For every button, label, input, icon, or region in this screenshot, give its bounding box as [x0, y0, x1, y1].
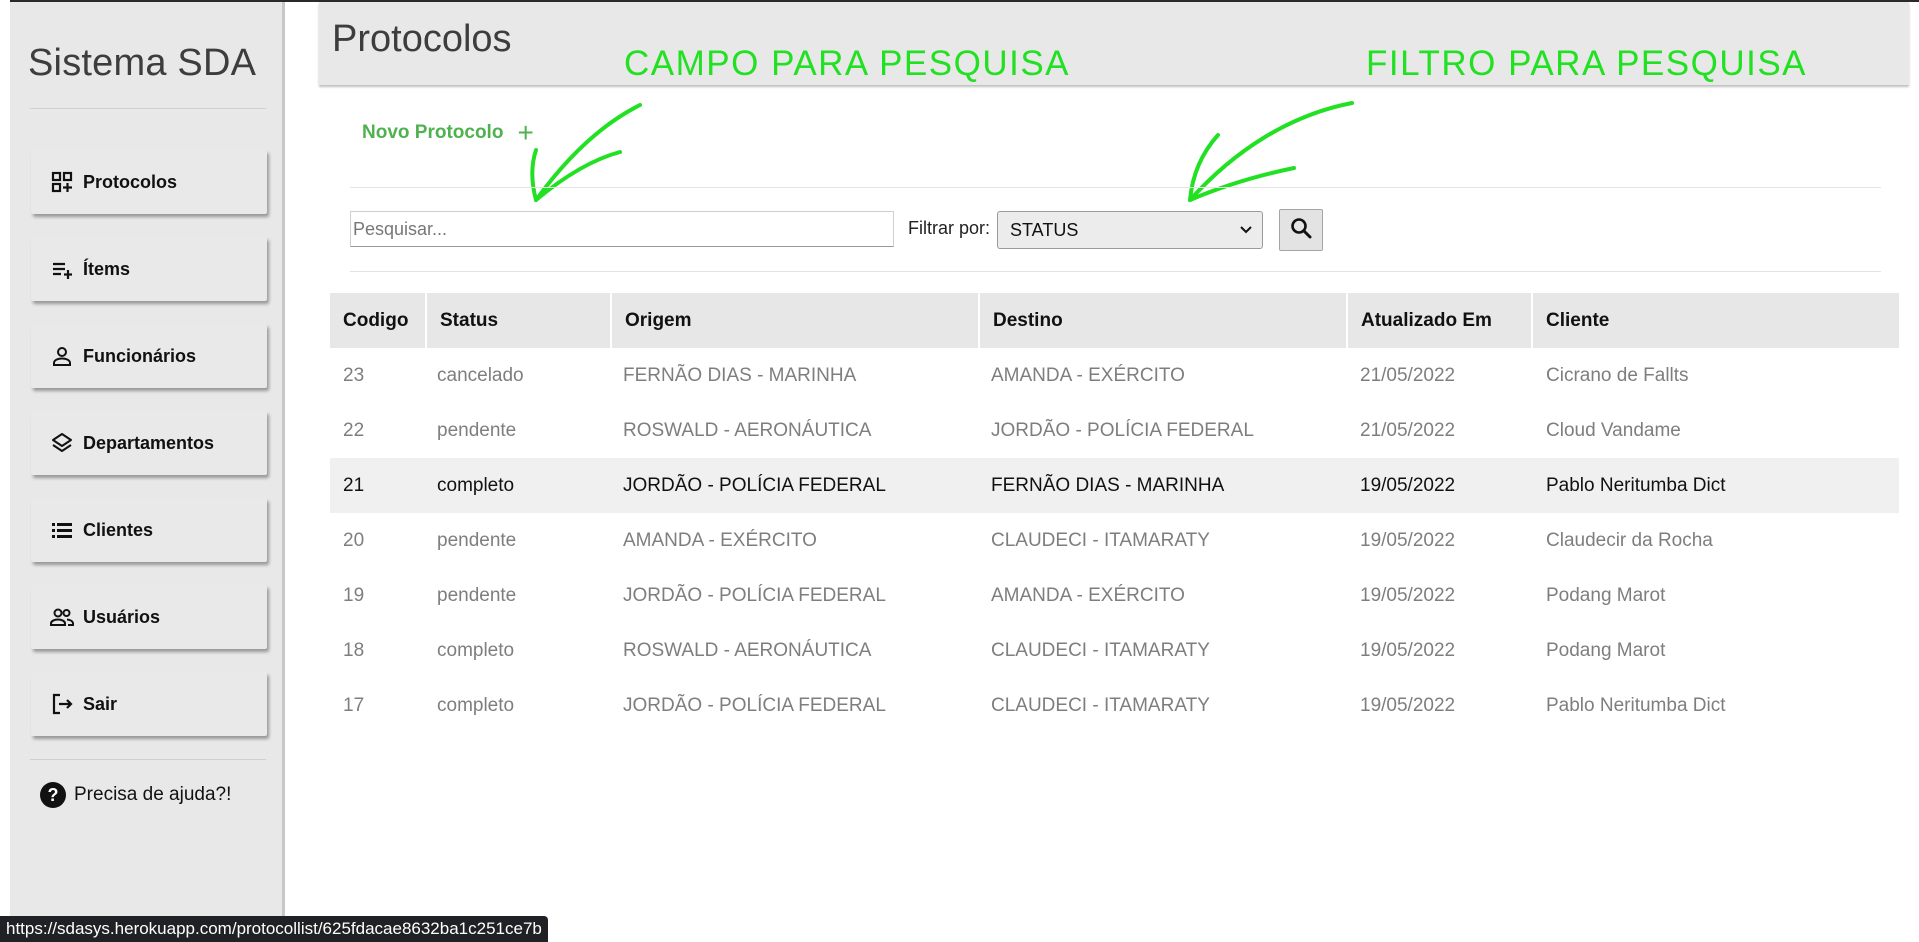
cell-codigo: 23 [343, 365, 365, 386]
plus-icon: + [517, 117, 534, 148]
column-header-cliente[interactable]: Cliente [1531, 293, 1899, 348]
cell-codigo: 19 [343, 585, 365, 606]
cell-cliente: Cloud Vandame [1546, 420, 1681, 441]
browser-status-url: https://sdasys.herokuapp.com/protocollis… [0, 916, 548, 942]
cell-status: completo [437, 640, 515, 661]
cell-cliente: Pablo Neritumba Dict [1546, 475, 1726, 496]
cell-atualizado: 19/05/2022 [1360, 695, 1456, 716]
cell-destino: JORDÃO - POLÍCIA FEDERAL [991, 420, 1254, 441]
filter-select[interactable]: STATUS [997, 211, 1263, 249]
search-icon [1289, 216, 1313, 245]
table-row-hovered[interactable]: 21 completo JORDÃO - POLÍCIA FEDERAL FER… [330, 458, 1899, 513]
cell-origem: FERNÃO DIAS - MARINHA [623, 365, 857, 386]
cell-origem: ROSWALD - AERONÁUTICA [623, 640, 872, 661]
cell-atualizado: 19/05/2022 [1360, 475, 1456, 496]
column-header-destino[interactable]: Destino [978, 293, 1346, 348]
column-header-status[interactable]: Status [425, 293, 610, 348]
cell-destino: FERNÃO DIAS - MARINHA [991, 475, 1225, 496]
cell-origem: JORDÃO - POLÍCIA FEDERAL [623, 695, 886, 716]
cell-origem: JORDÃO - POLÍCIA FEDERAL [623, 475, 886, 496]
cell-destino: AMANDA - EXÉRCITO [991, 585, 1185, 606]
cell-codigo: 18 [343, 640, 365, 661]
cell-codigo: 20 [343, 530, 365, 551]
cell-status: pendente [437, 530, 517, 551]
toolbar-divider-bottom [350, 271, 1881, 272]
toolbar-divider-top [350, 187, 1881, 188]
cell-destino: CLAUDECI - ITAMARATY [991, 530, 1210, 551]
table-row[interactable]: 18 completo ROSWALD - AERONÁUTICA CLAUDE… [330, 623, 1899, 678]
search-input[interactable] [350, 211, 894, 247]
cell-cliente: Cicrano de Fallts [1546, 365, 1689, 386]
cell-atualizado: 19/05/2022 [1360, 530, 1456, 551]
cell-origem: JORDÃO - POLÍCIA FEDERAL [623, 585, 886, 606]
table-row[interactable]: 23 cancelado FERNÃO DIAS - MARINHA AMAND… [330, 348, 1899, 403]
cell-atualizado: 21/05/2022 [1360, 365, 1456, 386]
cell-destino: CLAUDECI - ITAMARATY [991, 695, 1210, 716]
table-row[interactable]: 20 pendente AMANDA - EXÉRCITO CLAUDECI -… [330, 513, 1899, 568]
table-header: Codigo Status Origem Destino Atualizado … [330, 293, 1899, 348]
cell-cliente: Pablo Neritumba Dict [1546, 695, 1726, 716]
filter-label: Filtrar por: [908, 218, 991, 238]
cell-destino: CLAUDECI - ITAMARATY [991, 640, 1210, 661]
cell-atualizado: 19/05/2022 [1360, 640, 1456, 661]
cell-status: completo [437, 695, 515, 716]
cell-atualizado: 19/05/2022 [1360, 585, 1456, 606]
cell-destino: AMANDA - EXÉRCITO [991, 365, 1185, 386]
cell-status: completo [437, 475, 515, 496]
protocols-table: Codigo Status Origem Destino Atualizado … [330, 293, 1899, 733]
cell-codigo: 21 [343, 475, 365, 496]
annotation-arrow-search-filter [1188, 101, 1354, 202]
cell-codigo: 22 [343, 420, 365, 441]
search-button[interactable] [1279, 209, 1323, 251]
cell-origem: AMANDA - EXÉRCITO [623, 530, 817, 551]
cell-cliente: Podang Marot [1546, 585, 1666, 606]
cell-cliente: Claudecir da Rocha [1546, 530, 1713, 551]
column-header-origem[interactable]: Origem [610, 293, 978, 348]
new-protocol-label: Novo Protocolo [362, 122, 504, 143]
table-row[interactable]: 17 completo JORDÃO - POLÍCIA FEDERAL CLA… [330, 678, 1899, 733]
cell-codigo: 17 [343, 695, 365, 716]
new-protocol-button[interactable]: Novo Protocolo + [362, 119, 534, 147]
filter-select-value: STATUS [1010, 219, 1079, 240]
cell-origem: ROSWALD - AERONÁUTICA [623, 420, 872, 441]
column-header-codigo[interactable]: Codigo [330, 293, 425, 348]
cell-atualizado: 21/05/2022 [1360, 420, 1456, 441]
cell-status: cancelado [437, 365, 524, 386]
cell-status: pendente [437, 585, 517, 606]
column-header-atualizado-em[interactable]: Atualizado Em [1346, 293, 1531, 348]
chevron-down-icon [1240, 221, 1252, 239]
table-row[interactable]: 19 pendente JORDÃO - POLÍCIA FEDERAL AMA… [330, 568, 1899, 623]
cell-status: pendente [437, 420, 517, 441]
table-row[interactable]: 22 pendente ROSWALD - AERONÁUTICA JORDÃO… [330, 403, 1899, 458]
cell-cliente: Podang Marot [1546, 640, 1666, 661]
